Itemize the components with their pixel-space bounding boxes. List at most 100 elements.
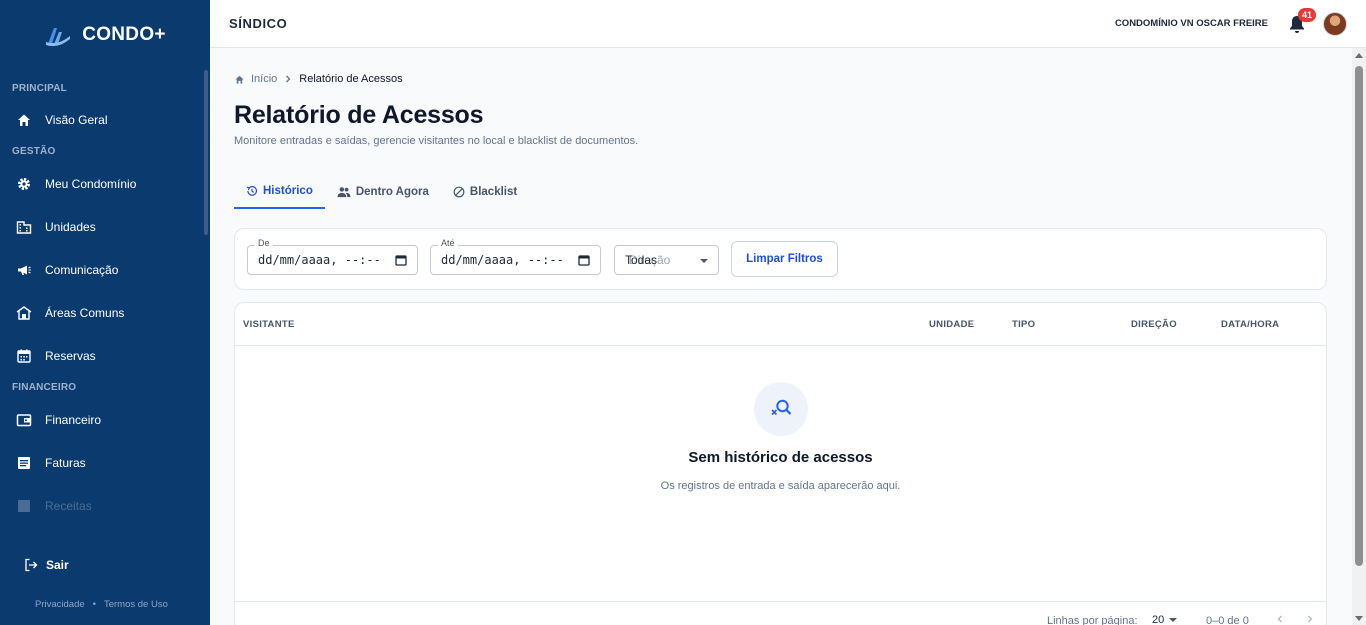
building-icon (16, 219, 32, 235)
sidebar-item-label: Reservas (45, 348, 96, 363)
scrollbar-thumb[interactable] (1355, 66, 1363, 566)
tabs: Histórico Dentro Agora Blacklist (234, 175, 529, 209)
sidebar-item-label: Financeiro (45, 412, 102, 427)
footer-links: Privacidade • Termos de Uso (35, 599, 168, 610)
terms-link[interactable]: Termos de Uso (104, 599, 168, 610)
tab-label: Dentro Agora (355, 186, 429, 198)
history-icon (246, 186, 258, 196)
home-icon (235, 75, 244, 84)
rows-per-page-select[interactable]: 20 (1152, 614, 1178, 625)
sidebar-item-areas-comuns[interactable]: Áreas Comuns (0, 291, 210, 334)
tab-blacklist[interactable]: Blacklist (441, 175, 529, 209)
sidebar-item-receitas[interactable]: Receitas (0, 484, 210, 527)
page-scrollbar[interactable] (1352, 48, 1366, 625)
direction-value: Todas (625, 253, 658, 267)
sidebar-item-financeiro[interactable]: Financeiro (0, 398, 210, 441)
page-title: Relatório de Acessos (234, 101, 484, 129)
brand[interactable]: CONDO+ (0, 0, 210, 70)
sidebar-item-label: Faturas (45, 455, 86, 470)
condominium-selector[interactable]: CONDOMÍNIO VN OSCAR FREIRE (1115, 18, 1268, 29)
prev-page-icon[interactable] (1275, 614, 1285, 624)
sidebar-item-reservas[interactable]: Reservas (0, 334, 210, 377)
access-table: VISITANTE UNIDADE TIPO DIREÇÃO DATA/HORA… (234, 302, 1327, 625)
to-value: dd/mm/aaaa, --:-- (441, 253, 564, 267)
logout-button[interactable]: Sair (24, 558, 69, 572)
logout-label: Sair (46, 558, 69, 572)
column-unidade[interactable]: UNIDADE (929, 319, 974, 330)
megaphone-icon (16, 262, 32, 278)
section-principal: PRINCIPAL (12, 83, 67, 94)
list-icon (16, 498, 32, 514)
logout-icon (25, 558, 38, 572)
tab-historico[interactable]: Histórico (234, 175, 325, 209)
tab-dentro-agora[interactable]: Dentro Agora (325, 175, 441, 209)
footer-separator: • (92, 599, 96, 610)
direction-select[interactable]: Direção Todas (614, 245, 719, 275)
search-off-icon (771, 399, 792, 416)
calendar-icon[interactable] (578, 254, 590, 266)
rows-per-page-label: Linhas por página: (1047, 615, 1138, 625)
filters-card: De dd/mm/aaaa, --:-- Até dd/mm/aaaa, --:… (234, 228, 1327, 290)
sidebar-item-label: Meu Condomínio (45, 176, 137, 191)
sidebar-item-label: Unidades (45, 219, 96, 234)
empty-state-title: Sem histórico de acessos (688, 449, 873, 466)
from-label: De (255, 238, 273, 248)
column-tipo[interactable]: TIPO (1012, 319, 1035, 330)
sidebar-item-label: Comunicação (45, 262, 119, 277)
notification-badge: 41 (1298, 8, 1316, 22)
top-header: SÍNDICO CONDOMÍNIO VN OSCAR FREIRE 41 (210, 0, 1366, 48)
breadcrumb-current: Relatório de Acessos (299, 73, 403, 85)
sidebar-scrollbar[interactable] (204, 70, 208, 235)
sidebar-item-label: Áreas Comuns (45, 305, 125, 320)
to-label: Até (438, 238, 458, 248)
clear-filters-button[interactable]: Limpar Filtros (731, 241, 838, 277)
sidebar-nav: PRINCIPAL Visão Geral GESTÃO Meu Condomí… (0, 70, 210, 545)
table-header: VISITANTE UNIDADE TIPO DIREÇÃO DATA/HORA (235, 303, 1326, 346)
table-pagination: Linhas por página: 20 0–0 de 0 (235, 601, 1326, 625)
to-datetime-input[interactable]: Até dd/mm/aaaa, --:-- (430, 238, 601, 275)
caret-down-icon (700, 259, 708, 263)
brand-name: CONDO+ (82, 24, 166, 45)
gear-icon (16, 176, 32, 192)
section-financeiro: FINANCEIRO (12, 382, 77, 393)
block-icon (453, 186, 465, 198)
calendar-icon (16, 348, 32, 364)
sidebar-item-label: Receitas (45, 498, 92, 513)
tab-label: Histórico (263, 185, 313, 197)
chevron-right-icon (286, 75, 291, 83)
rows-per-page-value: 20 (1152, 614, 1165, 625)
sidebar-item-meu-condominio[interactable]: Meu Condomínio (0, 162, 210, 205)
sidebar-item-label: Visão Geral (45, 112, 108, 127)
breadcrumb: Início Relatório de Acessos (234, 73, 403, 85)
sidebar-item-visao-geral[interactable]: Visão Geral (0, 98, 210, 141)
column-visitante[interactable]: VISITANTE (243, 319, 295, 330)
condo-logo-icon (46, 28, 71, 47)
tab-label: Blacklist (469, 186, 518, 198)
user-role: SÍNDICO (229, 16, 288, 31)
breadcrumb-home[interactable]: Início (251, 73, 277, 85)
column-data-hora[interactable]: DATA/HORA (1221, 319, 1279, 330)
sidebar-item-faturas[interactable]: Faturas (0, 441, 210, 484)
empty-state-subtitle: Os registros de entrada e saída aparecer… (660, 480, 901, 492)
page-subtitle: Monitore entradas e saídas, gerencie vis… (234, 135, 639, 147)
calendar-icon[interactable] (395, 254, 407, 266)
avatar[interactable] (1323, 12, 1347, 36)
next-page-icon[interactable] (1305, 614, 1315, 624)
from-datetime-input[interactable]: De dd/mm/aaaa, --:-- (247, 238, 418, 275)
wallet-icon (16, 412, 32, 428)
column-direcao[interactable]: DIREÇÃO (1131, 319, 1177, 330)
empty-state-icon (754, 382, 808, 436)
home-icon (16, 112, 32, 128)
receipt-icon (16, 455, 32, 471)
caret-down-icon (1169, 618, 1178, 622)
sidebar-item-comunicacao[interactable]: Comunicação (0, 248, 210, 291)
privacy-link[interactable]: Privacidade (35, 599, 85, 610)
sidebar: CONDO+ PRINCIPAL Visão Geral GESTÃO Meu … (0, 0, 210, 625)
section-gestao: GESTÃO (12, 146, 56, 157)
from-value: dd/mm/aaaa, --:-- (258, 253, 381, 267)
pagination-range: 0–0 de 0 (1206, 615, 1249, 625)
sidebar-item-unidades[interactable]: Unidades (0, 205, 210, 248)
scroll-up-icon[interactable] (1355, 53, 1363, 58)
people-icon (337, 187, 351, 198)
scroll-down-icon[interactable] (1355, 616, 1363, 621)
